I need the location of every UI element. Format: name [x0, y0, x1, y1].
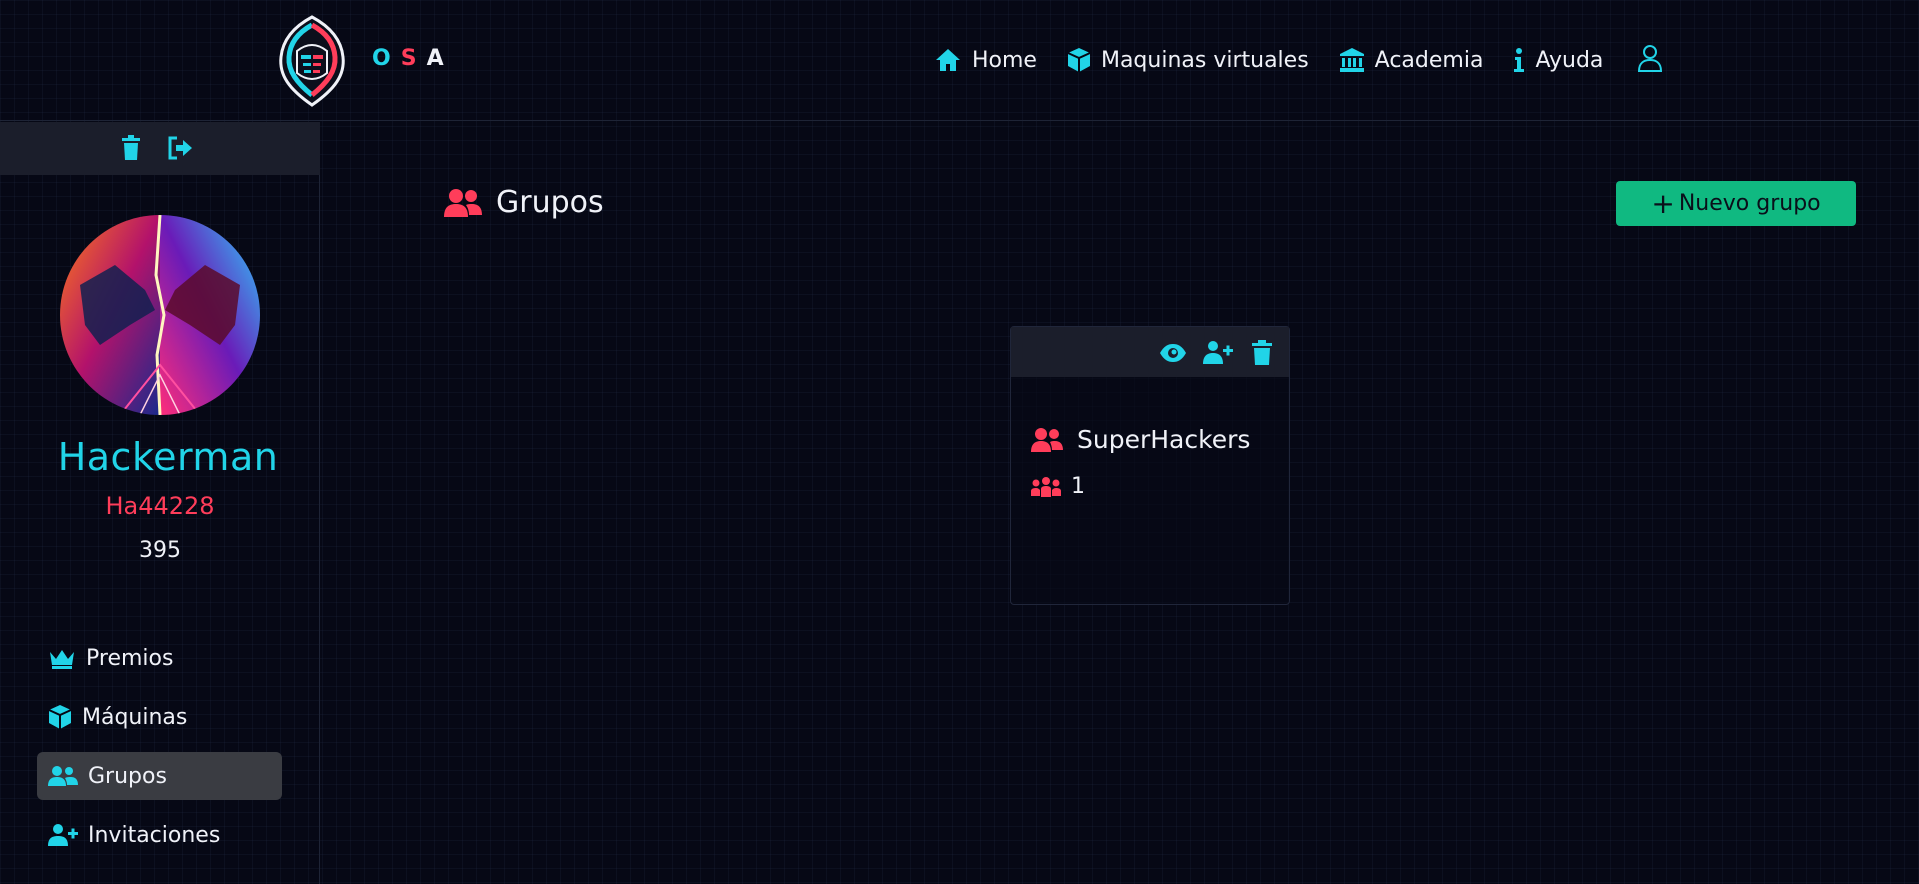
sidebar-item-label: Grupos	[88, 763, 167, 789]
eye-icon[interactable]	[1159, 339, 1187, 367]
user-plus-icon[interactable]	[1203, 339, 1233, 367]
sidebar-toolbar	[0, 122, 320, 175]
hacker-logo-icon[interactable]	[275, 15, 350, 107]
avatar[interactable]	[60, 215, 260, 415]
brand-name[interactable]: O S A	[372, 46, 454, 71]
profile-handle: Ha44228	[105, 492, 215, 520]
users-icon	[1031, 427, 1063, 453]
cube-icon	[1067, 47, 1091, 73]
nav-link-home[interactable]: Home	[934, 47, 1037, 73]
member-count-value: 1	[1071, 474, 1085, 499]
nav-link-label: Maquinas virtuales	[1100, 47, 1309, 73]
trash-icon[interactable]	[1248, 339, 1276, 367]
plus-icon: +	[1651, 186, 1675, 220]
group-name-text: SuperHackers	[1077, 425, 1251, 454]
group-card-toolbar	[1011, 327, 1289, 377]
brand-letter-a: A	[426, 46, 454, 71]
user-icon[interactable]	[1636, 44, 1664, 72]
nav-link-label: Academia	[1374, 47, 1484, 73]
crown-icon	[48, 647, 76, 669]
trash-icon[interactable]	[117, 134, 145, 162]
top-navbar: O S A Home Maquinas virtuales Academia A…	[0, 0, 1919, 121]
sidebar-item-premios[interactable]: Premios	[37, 634, 282, 682]
bank-icon	[1339, 47, 1365, 73]
member-count: 1	[1031, 474, 1085, 499]
sidebar: Hackerman Ha44228 395 Premios Máquinas G…	[0, 122, 320, 884]
sidebar-item-invitaciones[interactable]: Invitaciones	[37, 811, 282, 859]
nav-link-label: Ayuda	[1535, 47, 1604, 73]
brand-letter-s: S	[400, 46, 427, 71]
users-icon	[48, 765, 78, 787]
nav-link-academia[interactable]: Academia	[1339, 47, 1484, 73]
profile-points: 395	[139, 538, 181, 563]
sidebar-item-label: Invitaciones	[88, 822, 221, 848]
nav-link-ayuda[interactable]: Ayuda	[1513, 47, 1603, 73]
page-title-text: Grupos	[496, 185, 604, 220]
new-group-label: Nuevo grupo	[1678, 191, 1821, 216]
profile-name: Hackerman	[57, 435, 279, 479]
home-icon	[934, 47, 962, 73]
nav-link-label: Home	[972, 47, 1037, 73]
group-card: SuperHackers 1	[1010, 326, 1290, 605]
sidebar-item-label: Premios	[86, 645, 174, 671]
sidebar-item-label: Máquinas	[82, 704, 188, 730]
info-icon	[1513, 47, 1525, 73]
nav-link-virtual-machines[interactable]: Maquinas virtuales	[1067, 47, 1309, 73]
page-title: Grupos	[444, 185, 604, 220]
new-group-button[interactable]: + Nuevo grupo	[1616, 181, 1856, 226]
logout-icon[interactable]	[166, 134, 194, 162]
user-plus-icon	[48, 823, 78, 847]
sidebar-item-maquinas[interactable]: Máquinas	[37, 693, 282, 741]
brand-letter-o: O	[372, 46, 401, 71]
nav-links: Home Maquinas virtuales Academia Ayuda	[934, 40, 1633, 80]
users-icon	[444, 188, 482, 218]
cube-icon	[48, 704, 72, 730]
sidebar-item-grupos[interactable]: Grupos	[37, 752, 282, 800]
people-group-icon	[1031, 476, 1061, 498]
group-name[interactable]: SuperHackers	[1031, 425, 1250, 454]
